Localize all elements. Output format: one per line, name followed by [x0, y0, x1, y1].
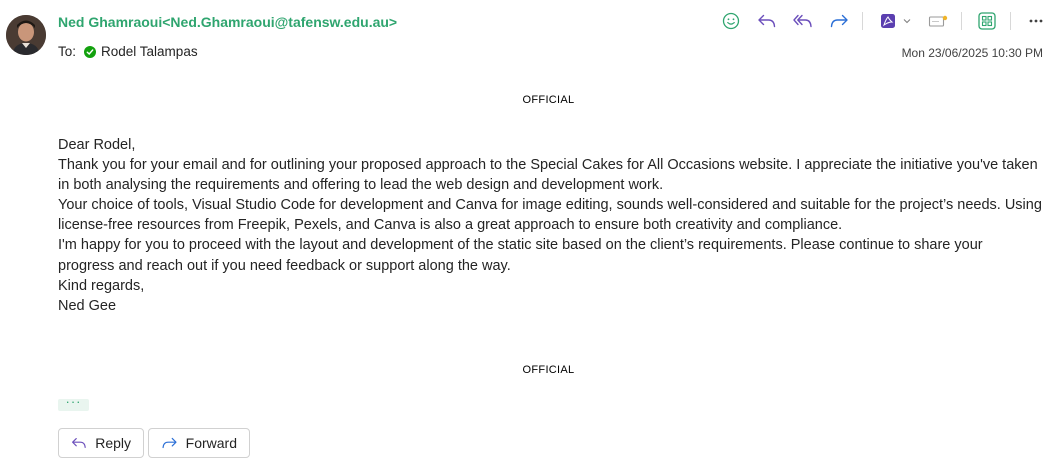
- presence-available-icon: [84, 45, 97, 58]
- message-body: Dear Rodel, Thank you for your email and…: [58, 135, 1043, 316]
- show-trimmed-content-button[interactable]: ···: [58, 395, 89, 411]
- pdf-icon[interactable]: [877, 10, 899, 32]
- sender-name[interactable]: Ned Ghamraoui<Ned.Ghamraoui@tafensw.edu.…: [58, 14, 397, 30]
- edit-icon[interactable]: [927, 10, 949, 32]
- reply-icon[interactable]: [756, 10, 778, 32]
- more-icon[interactable]: [1025, 10, 1047, 32]
- apps-icon[interactable]: [976, 10, 998, 32]
- signature: Ned Gee: [58, 297, 117, 314]
- to-label: To:: [58, 44, 77, 59]
- toolbar-divider: [1010, 12, 1011, 30]
- avatar[interactable]: [6, 15, 46, 55]
- toolbar-divider: [862, 12, 863, 30]
- forward-icon: [162, 437, 177, 449]
- reply-button[interactable]: Reply: [58, 428, 144, 458]
- message-date: Mon 23/06/2025 10:30 PM: [901, 46, 1043, 60]
- classification-label-top: OFFICIAL: [522, 94, 575, 106]
- toolbar-divider: [961, 12, 962, 30]
- closing: Kind regards,: [58, 277, 145, 294]
- reply-icon: [72, 437, 86, 449]
- message-toolbar: [706, 10, 1047, 32]
- body-paragraph: Your choice of tools, Visual Studio Code…: [58, 197, 1042, 234]
- forward-button[interactable]: Forward: [148, 428, 250, 458]
- forward-icon[interactable]: [828, 10, 850, 32]
- classification-label-bottom: OFFICIAL: [522, 364, 575, 376]
- emoji-icon[interactable]: [720, 10, 742, 32]
- body-paragraph: Thank you for your email and for outlini…: [58, 157, 1038, 194]
- avatar-photo-icon: [6, 15, 46, 55]
- forward-button-label: Forward: [185, 435, 237, 451]
- message-actions: Reply Forward: [58, 428, 254, 458]
- recipient-row: To: Rodel Talampas: [58, 44, 198, 59]
- recipient-name[interactable]: Rodel Talampas: [101, 44, 198, 59]
- reply-button-label: Reply: [95, 435, 131, 451]
- body-paragraph: I'm happy for you to proceed with the la…: [58, 237, 983, 274]
- greeting: Dear Rodel,: [58, 137, 136, 153]
- chevron-down-icon[interactable]: [901, 10, 913, 32]
- reply-all-icon[interactable]: [792, 10, 814, 32]
